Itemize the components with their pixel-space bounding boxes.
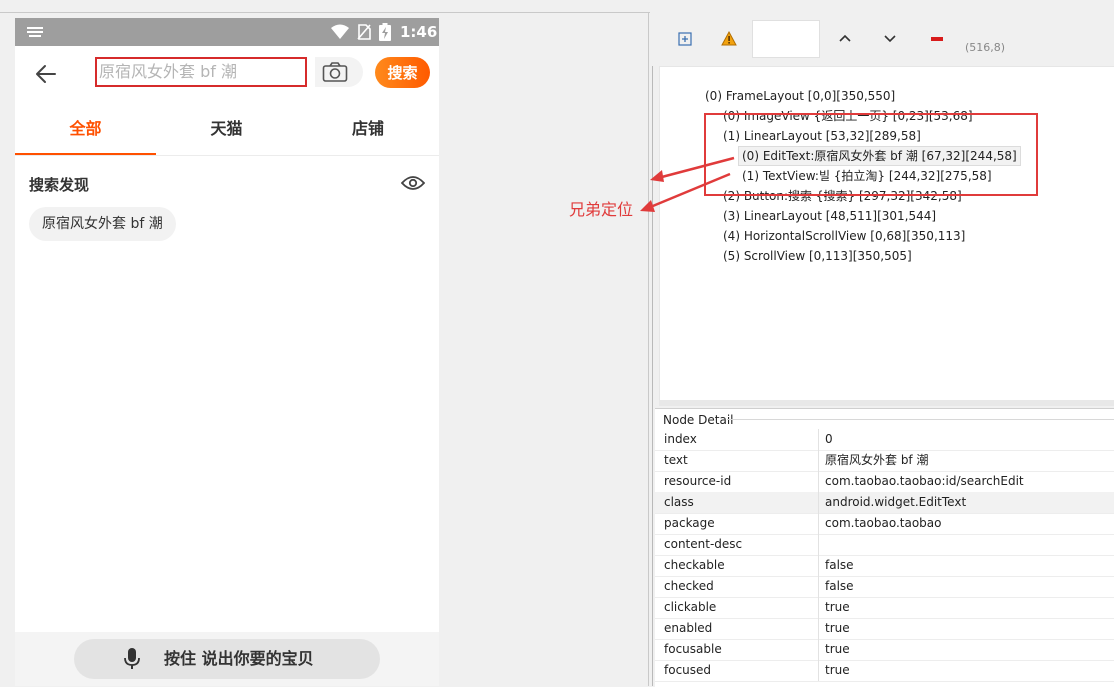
- detail-row[interactable]: resource-id com.taobao.taobao:id/searchEd…: [655, 471, 1114, 493]
- camera-icon[interactable]: [322, 61, 348, 83]
- detail-value: android.widget.EditText: [825, 495, 967, 509]
- detail-value: com.taobao.taobao:id/searchEdit: [825, 474, 1024, 488]
- search-input[interactable]: 原宿风女外套 bf 潮: [95, 57, 307, 87]
- search-header: 原宿风女外套 bf 潮 搜索: [15, 46, 439, 102]
- no-sim-icon: [357, 24, 371, 40]
- detail-row[interactable]: enabled true: [655, 618, 1114, 640]
- detail-row[interactable]: package com.taobao.taobao: [655, 513, 1114, 535]
- detail-key: class: [664, 495, 694, 509]
- detail-row[interactable]: clickable true: [655, 597, 1114, 619]
- horizontal-scrollbar[interactable]: [659, 400, 1114, 406]
- detail-key: package: [664, 516, 715, 530]
- status-time: 1:46: [400, 23, 438, 41]
- detail-value: true: [825, 600, 850, 614]
- panel-divider: [652, 12, 653, 686]
- tree-node[interactable]: (4) HorizontalScrollView [0,68][350,113]: [723, 228, 965, 244]
- tab-shop[interactable]: 店铺: [297, 102, 439, 155]
- detail-value: true: [825, 642, 850, 656]
- detail-key: content-desc: [664, 537, 743, 551]
- detail-row[interactable]: checkable false: [655, 555, 1114, 577]
- detail-key: checked: [664, 579, 714, 593]
- detail-row-selected[interactable]: class android.widget.EditText: [655, 492, 1114, 514]
- viewer-toolbar: (516,8): [652, 12, 1114, 66]
- notification-menu-icon: [27, 27, 43, 37]
- detail-value: 原宿风女外套 bf 潮: [825, 453, 929, 467]
- eye-icon[interactable]: [401, 175, 425, 191]
- tree-node[interactable]: (5) ScrollView [0,113][350,505]: [723, 248, 912, 264]
- search-button[interactable]: 搜索: [375, 57, 430, 88]
- warning-icon[interactable]: [716, 24, 742, 52]
- detail-key: focusable: [664, 642, 722, 656]
- annotation-highlight-box: [704, 113, 1038, 196]
- battery-charging-icon: [379, 23, 391, 41]
- tree-node[interactable]: (0) FrameLayout [0,0][350,550]: [705, 88, 895, 104]
- detail-value: false: [825, 558, 854, 572]
- detail-value: true: [825, 621, 850, 635]
- active-tab-indicator: [15, 153, 156, 155]
- detail-key: text: [664, 453, 688, 467]
- clear-filter-icon[interactable]: [924, 24, 950, 52]
- search-discovery-section: 搜索发现 原宿风女外套 bf 潮: [15, 156, 439, 646]
- detail-row[interactable]: index 0: [655, 429, 1114, 451]
- detail-row[interactable]: text 原宿风女外套 bf 潮: [655, 450, 1114, 472]
- detail-row[interactable]: content-desc: [655, 534, 1114, 556]
- discovery-title: 搜索发现: [29, 176, 90, 194]
- back-arrow-icon[interactable]: [35, 63, 57, 85]
- search-tabs: 全部 天猫 店铺: [15, 102, 439, 156]
- voice-label: 按住 说出你要的宝贝: [164, 649, 314, 668]
- detail-value: com.taobao.taobao: [825, 516, 942, 530]
- wifi-icon: [331, 24, 349, 39]
- chevron-up-icon[interactable]: [832, 24, 858, 52]
- detail-key: clickable: [664, 600, 717, 614]
- detail-value: true: [825, 663, 850, 677]
- phone-screen: 1:46 原宿风女外套 bf 潮 搜索 全部 天猫 店铺 搜索发现 原宿风女外套…: [15, 18, 439, 686]
- annotation-label: 兄弟定位: [569, 200, 634, 219]
- node-search-input[interactable]: [752, 20, 820, 58]
- tab-tmall[interactable]: 天猫: [156, 102, 297, 155]
- detail-row[interactable]: focused true: [655, 660, 1114, 682]
- node-detail-title: Node Detail: [663, 413, 734, 427]
- detail-row[interactable]: focusable true: [655, 639, 1114, 661]
- panel-divider[interactable]: [648, 12, 649, 686]
- cursor-coordinates: (516,8): [965, 41, 1006, 54]
- chevron-down-icon[interactable]: [877, 24, 903, 52]
- panel-divider: [0, 12, 650, 13]
- voice-search-button[interactable]: 按住 说出你要的宝贝: [74, 639, 380, 679]
- detail-key: checkable: [664, 558, 725, 572]
- tab-all[interactable]: 全部: [15, 102, 156, 155]
- detail-key: focused: [664, 663, 712, 677]
- history-chip[interactable]: 原宿风女外套 bf 潮: [29, 207, 176, 241]
- node-detail-panel: Node Detail index 0 text 原宿风女外套 bf 潮 resou…: [655, 408, 1114, 687]
- tree-node[interactable]: (3) LinearLayout [48,511][301,544]: [723, 208, 936, 224]
- detail-key: resource-id: [664, 474, 732, 488]
- microphone-icon: [124, 648, 140, 669]
- detail-row[interactable]: checked false: [655, 576, 1114, 598]
- detail-value: false: [825, 579, 854, 593]
- status-bar: 1:46: [15, 18, 439, 46]
- detail-key: enabled: [664, 621, 713, 635]
- detail-value: 0: [825, 432, 833, 446]
- group-border: [727, 419, 1114, 420]
- expand-all-icon[interactable]: [672, 24, 698, 52]
- detail-key: index: [664, 432, 697, 446]
